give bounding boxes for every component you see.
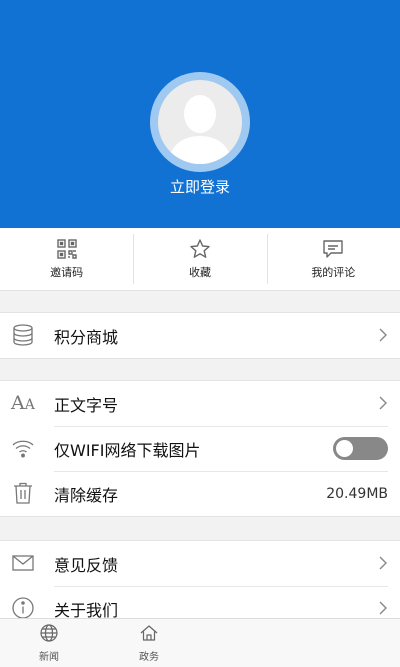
chevron-right-icon (379, 328, 387, 342)
home-icon (140, 625, 158, 641)
my-comments-label: 我的评论 (311, 266, 356, 279)
favorites-label: 收藏 (188, 266, 211, 279)
favorites-button[interactable]: 收藏 (133, 228, 266, 290)
database-icon (13, 324, 33, 346)
chevron-right-icon (379, 396, 387, 410)
comment-icon (323, 240, 344, 258)
tab-label: 政务 (139, 652, 159, 663)
avatar[interactable] (150, 72, 250, 172)
globe-icon (40, 624, 58, 642)
menu-label: 积分商城 (54, 327, 119, 347)
chevron-right-icon (379, 601, 387, 615)
bottom-tab-bar: 新闻 政务 (0, 618, 400, 667)
profile-header: 立即登录 (0, 0, 400, 228)
menu-item-font-size[interactable]: AA 正文字号 (0, 381, 400, 426)
qr-code-icon (56, 239, 77, 259)
trash-icon (14, 482, 32, 504)
avatar-placeholder-icon (158, 80, 242, 164)
menu-label: 清除缓存 (54, 485, 119, 505)
chevron-right-icon (379, 556, 387, 570)
wifi-only-toggle[interactable] (333, 437, 388, 460)
menu-label: 正文字号 (54, 395, 119, 415)
invite-code-button[interactable]: 邀请码 (0, 228, 133, 290)
tab-label: 新闻 (39, 652, 59, 663)
cache-size-value: 20.49MB (326, 485, 388, 502)
tab-news[interactable]: 新闻 (19, 623, 79, 663)
my-comments-button[interactable]: 我的评论 (266, 228, 400, 290)
menu-item-wifi-images: 仅WIFI网络下载图片 (0, 426, 400, 471)
menu-item-points-mall[interactable]: 积分商城 (0, 313, 400, 358)
section-settings: AA 正文字号 仅WIFI网络下载图片 清除缓存 20.49MB (0, 380, 400, 517)
mail-icon (12, 555, 34, 571)
menu-item-feedback[interactable]: 意见反馈 (0, 541, 400, 586)
login-link[interactable]: 立即登录 (0, 176, 400, 197)
invite-code-label: 邀请码 (50, 266, 84, 279)
star-icon (190, 239, 210, 258)
menu-item-clear-cache[interactable]: 清除缓存 20.49MB (0, 471, 400, 516)
wifi-icon (12, 440, 34, 458)
font-size-icon: AA (11, 392, 35, 414)
section-mall: 积分商城 (0, 312, 400, 359)
tab-government[interactable]: 政务 (119, 623, 179, 663)
menu-label: 意见反馈 (54, 555, 119, 575)
menu-label: 仅WIFI网络下载图片 (54, 440, 201, 460)
info-icon (12, 597, 34, 619)
quick-actions-bar: 邀请码 收藏 我的评论 (0, 228, 400, 291)
toggle-knob (336, 440, 353, 457)
menu-label: 关于我们 (54, 600, 119, 620)
